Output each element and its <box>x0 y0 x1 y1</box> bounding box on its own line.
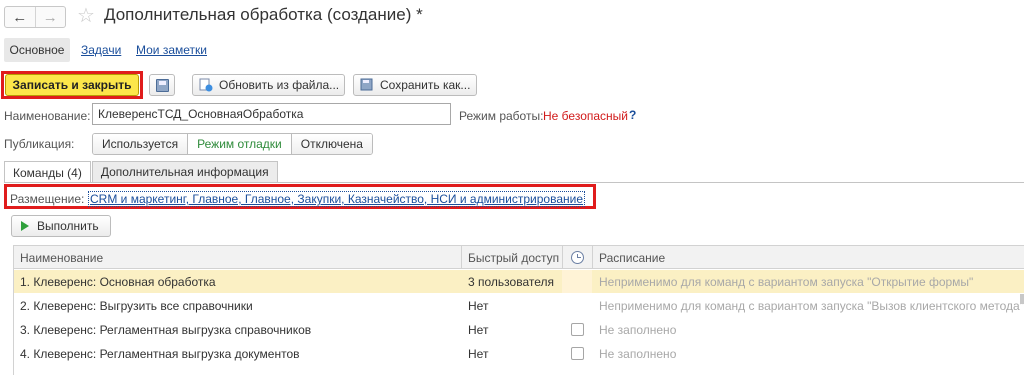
form-tabs: Команды (4) Дополнительная информация <box>4 161 279 183</box>
commands-table: Наименование Быстрый доступ Расписание 1… <box>13 245 1024 375</box>
mode-value: Не безопасный <box>543 109 628 123</box>
tabs-divider <box>4 182 1024 183</box>
navigation-group: ← → <box>4 6 66 28</box>
row-schedule: Неприменимо для команд с вариантом запус… <box>599 298 1024 313</box>
table-row[interactable]: 4. Клеверенс: Регламентная выгрузка доку… <box>14 342 1024 365</box>
schedule-checkbox[interactable] <box>570 347 584 360</box>
row-name: 3. Клеверенс: Регламентная выгрузка спра… <box>20 322 312 337</box>
table-row[interactable]: 1. Клеверенс: Основная обработка 3 польз… <box>14 270 1024 293</box>
tab-main[interactable]: Основное <box>4 38 70 62</box>
tab-notes-link[interactable]: Мои заметки <box>136 43 207 57</box>
name-label: Наименование: <box>4 109 91 123</box>
save-as-button[interactable]: Сохранить как... <box>353 74 477 96</box>
row-access: Нет <box>468 298 489 313</box>
tab-commands[interactable]: Команды (4) <box>4 161 91 183</box>
name-input[interactable]: КлеверенсТСД_ОсновнаяОбработка <box>92 103 451 125</box>
row-schedule: Неприменимо для команд с вариантом запус… <box>599 274 974 289</box>
highlight-frame <box>1 71 143 99</box>
placement-label: Размещение: <box>10 192 85 206</box>
tab-additional-info[interactable]: Дополнительная информация <box>91 161 278 182</box>
play-icon <box>21 221 29 231</box>
row-access: 3 пользователя <box>468 274 554 289</box>
column-separator <box>461 246 462 269</box>
publication-switch: Используется Режим отладки Отключена <box>92 133 373 155</box>
column-separator <box>592 246 593 269</box>
save-as-icon <box>360 78 374 92</box>
row-access: Нет <box>468 346 489 361</box>
table-header: Наименование Быстрый доступ Расписание <box>14 246 1024 269</box>
table-row[interactable]: 2. Клеверенс: Выгрузить все справочники … <box>14 294 1024 317</box>
row-name: 4. Клеверенс: Регламентная выгрузка доку… <box>20 346 300 361</box>
update-from-file-button[interactable]: Обновить из файла... <box>192 74 345 96</box>
row-schedule-checkbox-cell <box>566 342 588 365</box>
column-separator <box>562 246 563 269</box>
publication-option-disabled[interactable]: Отключена <box>290 134 372 154</box>
column-header-schedule[interactable]: Расписание <box>599 246 1024 269</box>
column-header-name[interactable]: Наименование <box>20 246 460 269</box>
column-header-clock[interactable] <box>566 246 588 269</box>
column-header-access[interactable]: Быстрый доступ <box>468 246 568 269</box>
floppy-disk-icon <box>155 78 169 92</box>
placement-link[interactable]: CRM и маркетинг, Главное, Главное, Закуп… <box>88 191 586 207</box>
row-schedule: Не заполнено <box>599 322 677 337</box>
table-row[interactable]: 3. Клеверенс: Регламентная выгрузка спра… <box>14 318 1024 341</box>
scroll-indicator[interactable] <box>1020 294 1024 304</box>
row-access: Нет <box>468 322 489 337</box>
save-button[interactable] <box>149 74 175 96</box>
tab-tasks-link[interactable]: Задачи <box>81 43 121 57</box>
clock-icon <box>570 251 584 264</box>
row-schedule: Не заполнено <box>599 346 677 361</box>
publication-option-debug[interactable]: Режим отладки <box>187 134 291 154</box>
row-schedule-checkbox-cell <box>566 318 588 341</box>
publication-label: Публикация: <box>4 137 75 151</box>
schedule-checkbox[interactable] <box>570 323 584 336</box>
publication-option-used[interactable]: Используется <box>93 134 188 154</box>
file-update-icon <box>199 78 213 92</box>
back-arrow-icon[interactable]: ← <box>5 7 35 27</box>
run-button-label: Выполнить <box>37 219 99 233</box>
favorite-star-icon[interactable]: ☆ <box>77 3 95 28</box>
row-name: 1. Клеверенс: Основная обработка <box>20 274 216 289</box>
run-button[interactable]: Выполнить <box>11 215 111 237</box>
save-as-label: Сохранить как... <box>380 78 471 92</box>
update-from-file-label: Обновить из файла... <box>219 78 340 92</box>
mode-label: Режим работы: <box>459 109 544 123</box>
forward-arrow-icon[interactable]: → <box>34 7 66 27</box>
window-title: Дополнительная обработка (создание) * <box>104 5 423 24</box>
row-name: 2. Клеверенс: Выгрузить все справочники <box>20 298 253 313</box>
help-link[interactable]: ? <box>629 108 636 122</box>
